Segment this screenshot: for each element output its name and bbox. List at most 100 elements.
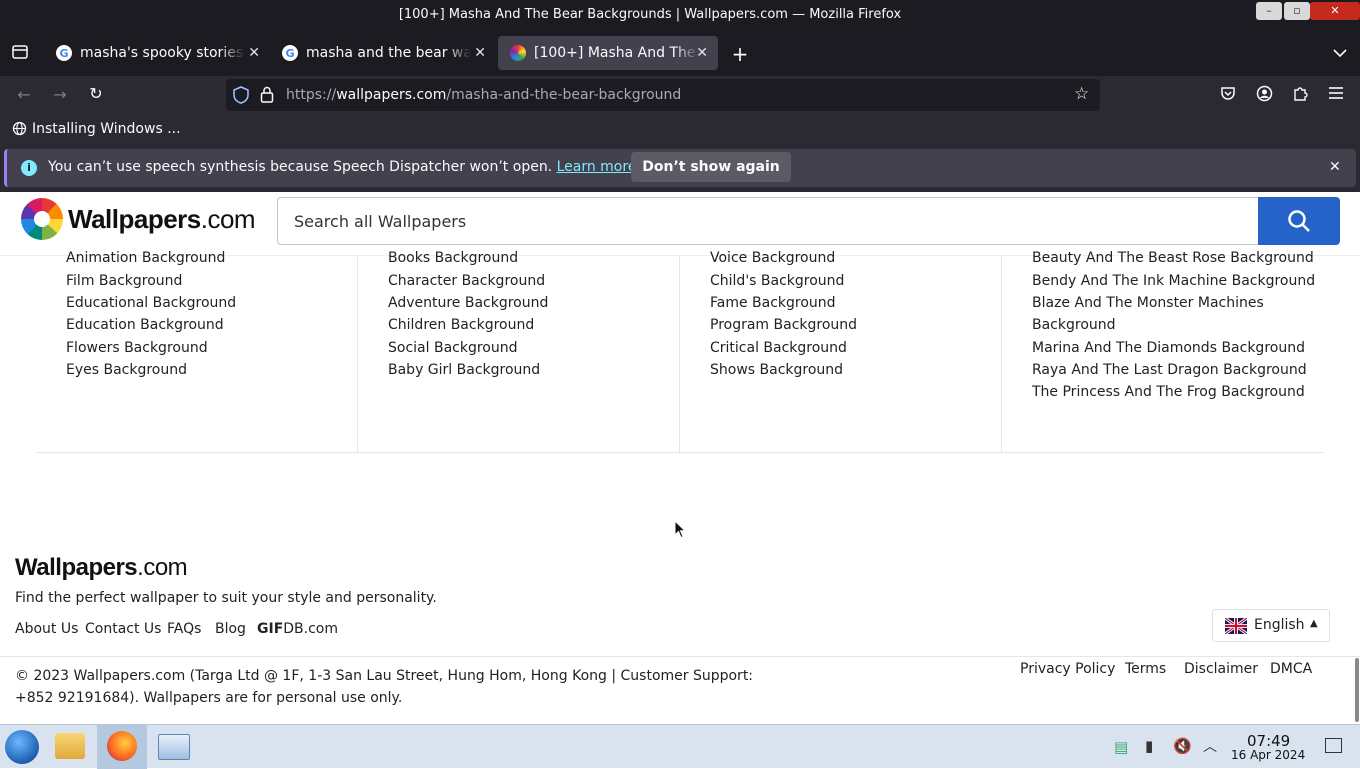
window-titlebar: [100+] Masha And The Bear Backgrounds | …	[0, 0, 1360, 30]
link-film-background[interactable]: Film Background	[66, 273, 182, 289]
forward-arrow-icon[interactable]: →	[50, 85, 70, 104]
language-selector[interactable]: English ▲	[1212, 609, 1330, 642]
footer-link-about-us[interactable]: About Us	[15, 621, 78, 637]
notification-box: i You can’t use speech synthesis because…	[4, 149, 1356, 187]
battery-tray-icon[interactable]: ▮	[1145, 737, 1153, 755]
control-panel-icon[interactable]	[158, 734, 190, 760]
link-fame-background[interactable]: Fame Background	[710, 295, 836, 311]
footer-link-disclaimer[interactable]: Disclaimer	[1184, 661, 1258, 677]
footer-logo-thin: .com	[137, 554, 188, 581]
maximize-button[interactable]: ▫	[1284, 2, 1310, 20]
link-voice-background[interactable]: Voice Background	[710, 250, 835, 266]
bookmarks-toolbar: Installing Windows ...	[0, 114, 1360, 144]
link-shows-background[interactable]: Shows Background	[710, 362, 843, 378]
search-placeholder: Search all Wallpapers	[294, 212, 467, 231]
pocket-icon[interactable]	[1218, 85, 1238, 105]
link-program-background[interactable]: Program Background	[710, 317, 857, 333]
link-education-background[interactable]: Education Background	[66, 317, 224, 333]
bookmark-installing-windows[interactable]: Installing Windows ...	[32, 121, 181, 137]
footer-link-faqs[interactable]: FAQs	[167, 621, 201, 637]
new-tab-plus-icon[interactable]: +	[730, 42, 750, 66]
clock-date[interactable]: 16 Apr 2024	[1231, 748, 1305, 762]
url-prefix: https://	[286, 87, 337, 103]
lock-icon[interactable]	[260, 86, 274, 107]
link-baby-girl-background[interactable]: Baby Girl Background	[388, 362, 540, 378]
close-tab-icon[interactable]: ✕	[474, 45, 486, 61]
list-all-tabs-chevron-icon[interactable]	[1330, 43, 1350, 62]
caret-up-icon: ▲	[1310, 618, 1318, 629]
back-arrow-icon[interactable]: ←	[14, 85, 34, 104]
footer-link-dmca[interactable]: DMCA	[1270, 661, 1312, 677]
volume-muted-icon[interactable]: 🔇	[1173, 737, 1192, 755]
notifications-icon[interactable]	[1325, 738, 1342, 753]
link-critical-background[interactable]: Critical Background	[710, 340, 847, 356]
link-beauty-and-the-beast-rose[interactable]: Beauty And The Beast Rose Background	[1032, 250, 1314, 266]
url-path: /masha-and-the-bear-background	[446, 87, 682, 103]
footer-logo[interactable]: Wallpapers.com	[15, 554, 188, 582]
notification-text: You can’t use speech synthesis because S…	[48, 159, 553, 175]
tray-expand-icon[interactable]: ︿	[1203, 736, 1217, 756]
link-marina-and-the-diamonds[interactable]: Marina And The Diamonds Background	[1032, 340, 1305, 356]
start-button-icon[interactable]	[5, 730, 39, 764]
footer-link-contact-us[interactable]: Contact Us	[85, 621, 161, 637]
account-icon[interactable]	[1254, 85, 1274, 106]
language-label: English	[1254, 617, 1305, 633]
link-eyes-background[interactable]: Eyes Background	[66, 362, 187, 378]
copyright-line-1: © 2023 Wallpapers.com (Targa Ltd @ 1F, 1…	[15, 668, 754, 684]
dont-show-again-button[interactable]: Don’t show again	[631, 152, 791, 182]
link-books-background[interactable]: Books Background	[388, 250, 518, 266]
reload-icon[interactable]: ↻	[86, 84, 106, 103]
tracking-shield-icon[interactable]	[233, 86, 249, 108]
footer-link-gifdb[interactable]: GIFDB.com	[257, 621, 338, 637]
firefox-view-icon[interactable]	[10, 43, 30, 65]
tab-masha-wallpaper[interactable]: G masha and the bear wall ✕	[270, 36, 496, 70]
link-children-background[interactable]: Children Background	[388, 317, 534, 333]
link-animation-background[interactable]: Animation Background	[66, 250, 225, 266]
minimize-button[interactable]: –	[1256, 2, 1282, 20]
link-social-background[interactable]: Social Background	[388, 340, 517, 356]
learn-more-link[interactable]: Learn more	[557, 159, 637, 175]
page-scrollbar-thumb[interactable]	[1355, 658, 1359, 722]
link-adventure-background[interactable]: Adventure Background	[388, 295, 548, 311]
footer-link-terms[interactable]: Terms	[1125, 661, 1166, 677]
link-flowers-background[interactable]: Flowers Background	[66, 340, 208, 356]
tab-masha-spooky[interactable]: G masha's spooky stories - ✕	[44, 36, 270, 70]
notification-message: You can’t use speech synthesis because S…	[48, 159, 636, 175]
taskbar: ▤ ▮ 🔇 ︿ 07:49 16 Apr 2024	[0, 724, 1360, 769]
close-tab-icon[interactable]: ✕	[248, 45, 260, 61]
logo-bold-text: Wallpapers	[68, 204, 201, 234]
search-icon	[1287, 209, 1311, 237]
site-logo[interactable]: Wallpapers.com	[68, 204, 256, 235]
close-notification-icon[interactable]: ✕	[1329, 159, 1341, 175]
extensions-puzzle-icon[interactable]	[1290, 85, 1310, 106]
link-column-2: Books Background Character Background Ad…	[358, 250, 680, 452]
url-bar[interactable]: https://wallpapers.com/masha-and-the-bea…	[226, 79, 1100, 111]
link-raya-and-the-last-dragon[interactable]: Raya And The Last Dragon Background	[1032, 362, 1307, 378]
search-input[interactable]: Search all Wallpapers	[277, 197, 1259, 245]
link-educational-background[interactable]: Educational Background	[66, 295, 236, 311]
link-princess-and-the-frog[interactable]: The Princess And The Frog Background	[1032, 384, 1305, 400]
network-tray-icon[interactable]: ▤	[1114, 738, 1128, 756]
close-window-button[interactable]: ✕	[1310, 2, 1360, 20]
link-blaze-and-the-monster-machines-cont[interactable]: Background	[1032, 317, 1116, 333]
tab-label: masha's spooky stories -	[80, 45, 245, 61]
file-explorer-icon[interactable]	[55, 733, 85, 759]
search-button[interactable]	[1258, 197, 1340, 245]
link-childs-background[interactable]: Child's Background	[710, 273, 844, 289]
url-text[interactable]: https://wallpapers.com/masha-and-the-bea…	[286, 87, 681, 103]
tab-strip: G masha's spooky stories - ✕ G masha and…	[0, 30, 1360, 76]
uk-flag-icon	[1224, 616, 1248, 638]
wallpapers-logo-icon[interactable]	[21, 198, 63, 240]
tab-wallpapers-active[interactable]: [100+] Masha And The Bear ✕	[498, 36, 718, 70]
app-menu-hamburger-icon[interactable]	[1326, 85, 1346, 104]
link-blaze-and-the-monster-machines[interactable]: Blaze And The Monster Machines	[1032, 295, 1264, 311]
link-column-3: Voice Background Child's Background Fame…	[680, 250, 1002, 452]
wallpapers-favicon-icon	[510, 45, 526, 61]
footer-link-privacy-policy[interactable]: Privacy Policy	[1020, 661, 1115, 677]
link-bendy-and-the-ink-machine[interactable]: Bendy And The Ink Machine Background	[1032, 273, 1315, 289]
close-tab-icon[interactable]: ✕	[696, 45, 708, 61]
taskbar-firefox-active[interactable]	[97, 725, 147, 769]
bookmark-star-icon[interactable]: ☆	[1074, 84, 1089, 104]
link-character-background[interactable]: Character Background	[388, 273, 545, 289]
footer-link-blog[interactable]: Blog	[215, 621, 246, 637]
